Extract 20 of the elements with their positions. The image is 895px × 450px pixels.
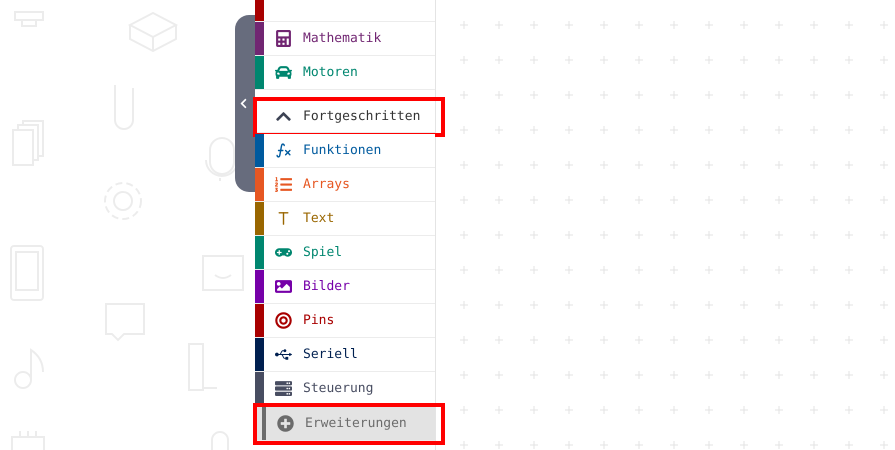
category-item[interactable]: Spiel	[255, 236, 435, 270]
category-item[interactable]: Bilder	[255, 270, 435, 304]
function-icon	[274, 142, 292, 159]
category-item[interactable]: Seriell	[255, 338, 435, 372]
category-item[interactable]: Text	[255, 202, 435, 236]
calculator-icon	[274, 30, 292, 47]
category-stripe[interactable]	[255, 0, 435, 22]
chevron-left-icon	[238, 98, 249, 109]
category-item[interactable]: Funktionen	[255, 134, 435, 168]
server-icon	[274, 380, 292, 397]
numbered-list-icon	[274, 176, 292, 193]
category-item[interactable]: Arrays	[255, 168, 435, 202]
category-item[interactable]: Motoren	[255, 56, 435, 90]
collapse-tab[interactable]	[235, 15, 255, 192]
category-item[interactable]: Erweiterungen	[257, 407, 435, 441]
image-icon	[274, 278, 292, 295]
target-icon	[274, 312, 292, 329]
car-icon	[274, 64, 292, 81]
category-item[interactable]: Pins	[255, 304, 435, 338]
category-item[interactable]: Mathematik	[255, 22, 435, 56]
